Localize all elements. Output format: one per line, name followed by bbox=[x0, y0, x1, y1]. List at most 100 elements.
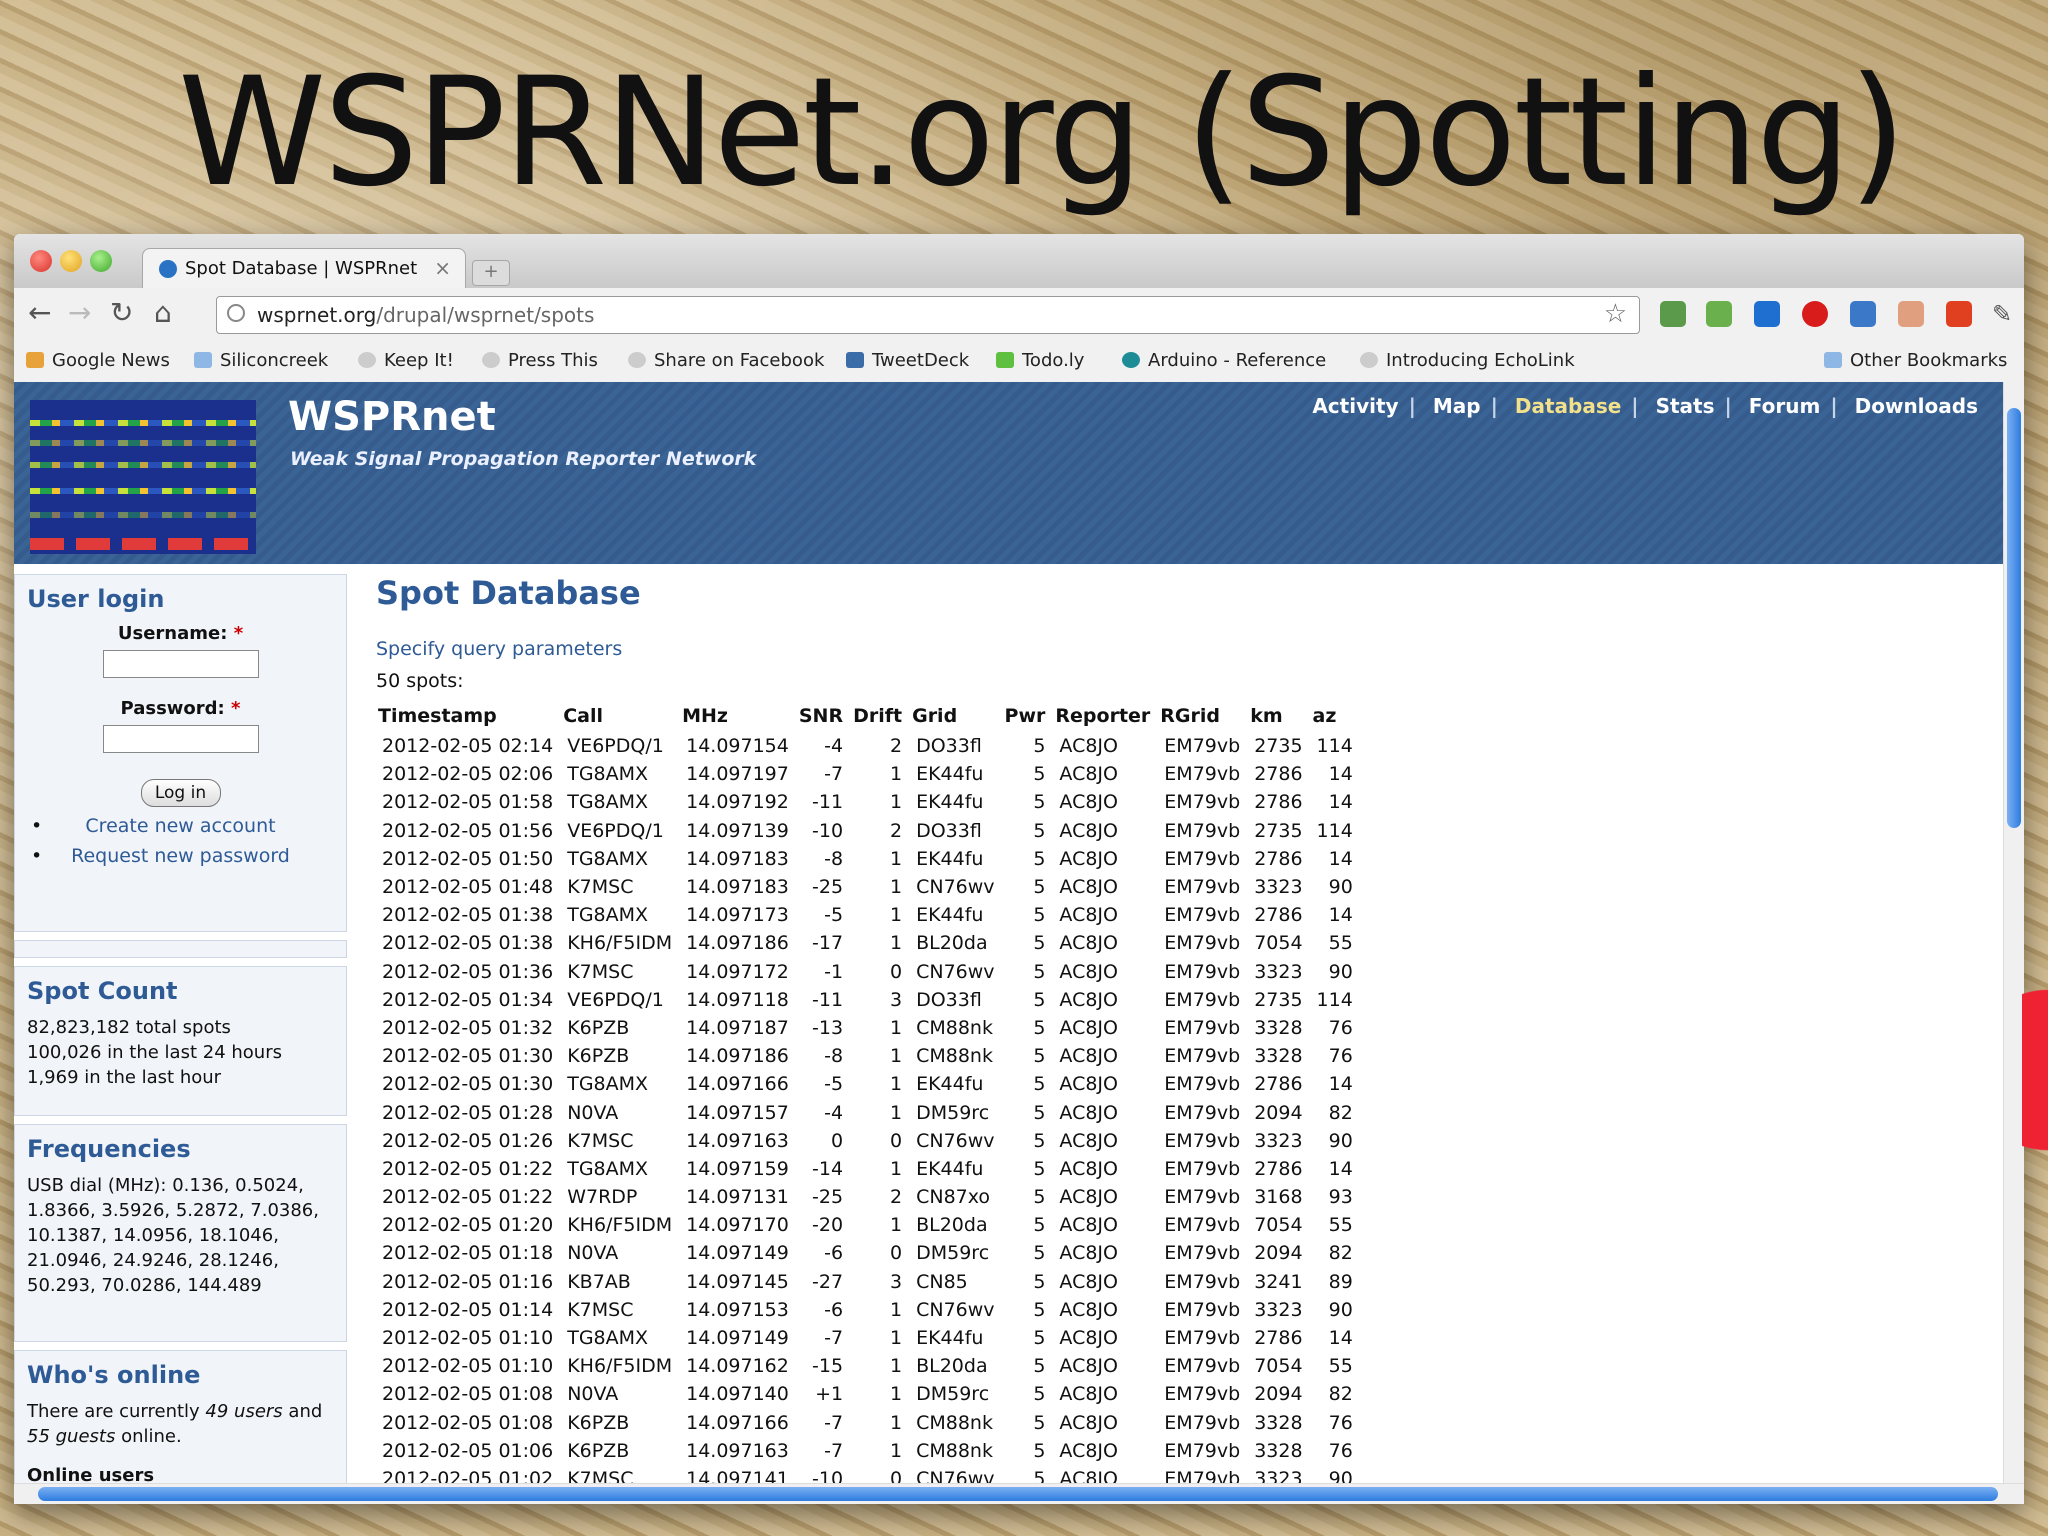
wrench-menu-icon[interactable]: ✎ bbox=[1992, 300, 2012, 328]
home-icon[interactable]: ⌂ bbox=[154, 296, 172, 329]
table-cell: 1 bbox=[890, 791, 903, 814]
table-cell: TG8AMX bbox=[567, 1327, 649, 1350]
frequencies-text: USB dial (MHz): 0.136, 0.5024, 1.8366, 3… bbox=[27, 1175, 319, 1296]
column-header: az bbox=[1312, 705, 1337, 727]
vertical-scroll-thumb[interactable] bbox=[2007, 408, 2021, 828]
table-cell: 14.097183 bbox=[686, 876, 789, 899]
nav-separator: | bbox=[1724, 394, 1732, 418]
minimize-window-button[interactable] bbox=[60, 250, 82, 272]
site-slogan: Weak Signal Propagation Reporter Network bbox=[290, 448, 757, 470]
table-cell: 5 bbox=[1033, 1355, 1046, 1378]
bookmark-introducing-echolink[interactable]: Introducing EchoLink bbox=[1360, 350, 1575, 371]
vertical-scrollbar[interactable] bbox=[2003, 382, 2024, 1486]
nav-stats[interactable]: Stats bbox=[1646, 394, 1725, 418]
table-cell: 1 bbox=[890, 1157, 903, 1180]
rocket-extension-icon[interactable] bbox=[1946, 301, 1972, 327]
address-bar[interactable]: wsprnet.org/drupal/wsprnet/spots ☆ bbox=[216, 296, 1640, 334]
other-bookmarks-folder[interactable]: Other Bookmarks bbox=[1824, 350, 2007, 371]
table-cell: 2012-02-05 01:08 bbox=[382, 1411, 554, 1434]
column-header: Call bbox=[563, 705, 604, 727]
nav-forum[interactable]: Forum bbox=[1739, 394, 1831, 418]
table-cell: 2735 bbox=[1254, 819, 1303, 842]
bookmark-press-this[interactable]: Press This bbox=[482, 350, 598, 371]
table-cell: 2 bbox=[890, 819, 903, 842]
table-cell: EM79vb bbox=[1164, 1157, 1241, 1180]
back-arrow-icon[interactable]: ← bbox=[28, 296, 51, 329]
table-cell: -25 bbox=[812, 876, 844, 899]
nav-database[interactable]: Database bbox=[1505, 394, 1631, 418]
table-cell: EM79vb bbox=[1164, 1383, 1241, 1406]
zoom-window-button[interactable] bbox=[90, 250, 112, 272]
table-cell: 2012-02-05 01:20 bbox=[382, 1214, 554, 1237]
table-cell: 90 bbox=[1328, 1298, 1353, 1321]
adblock-extension-icon[interactable] bbox=[1802, 301, 1828, 327]
bookmark-keep-it[interactable]: Keep It! bbox=[358, 350, 454, 371]
table-cell: -7 bbox=[824, 763, 844, 786]
new-tab-button[interactable]: + bbox=[472, 260, 510, 286]
table-cell: AC8JO bbox=[1059, 904, 1118, 927]
spectrogram-logo[interactable] bbox=[30, 400, 256, 554]
column-header: RGrid bbox=[1160, 705, 1221, 727]
table-row: 2012-02-05 01:48 K7MSC 14.097183 -25 1 CN76wv… bbox=[376, 873, 1361, 901]
table-cell: TG8AMX bbox=[567, 1157, 649, 1180]
table-row: 2012-02-05 01:28 N0VA 14.097157 -4 1 DM59rc 5 A… bbox=[376, 1098, 1361, 1126]
table-cell: CM88nk bbox=[916, 1045, 993, 1068]
bookmark-siliconcreek[interactable]: Siliconcreek bbox=[194, 350, 328, 371]
table-cell: AC8JO bbox=[1059, 1298, 1118, 1321]
close-window-button[interactable] bbox=[30, 250, 52, 272]
table-row: 2012-02-05 01:08 K6PZB 14.097166 -7 1 CM88nk 5… bbox=[376, 1409, 1361, 1437]
table-cell: 14.097131 bbox=[686, 1186, 789, 1209]
nav-map[interactable]: Map bbox=[1423, 394, 1491, 418]
request-password-link[interactable]: Request new password bbox=[27, 841, 334, 871]
table-cell: AC8JO bbox=[1059, 1355, 1118, 1378]
reload-icon[interactable]: ↻ bbox=[110, 296, 133, 329]
translate-extension-icon[interactable] bbox=[1850, 301, 1876, 327]
site-name[interactable]: WSPRnet bbox=[288, 394, 496, 440]
bookmark-todo-ly[interactable]: Todo.ly bbox=[996, 350, 1084, 371]
table-row: 2012-02-05 01:10 TG8AMX 14.097149 -7 1 EK44fu… bbox=[376, 1324, 1361, 1352]
table-cell: 5 bbox=[1033, 1157, 1046, 1180]
bookmark-tweetdeck[interactable]: TweetDeck bbox=[846, 350, 969, 371]
calendar-extension-icon[interactable] bbox=[1754, 301, 1780, 327]
tab-spot-database[interactable]: Spot Database | WSPRnet × bbox=[142, 248, 466, 289]
table-cell: EM79vb bbox=[1164, 932, 1241, 955]
user-extension-icon[interactable] bbox=[1898, 301, 1924, 327]
table-cell: VE6PDQ/1 bbox=[567, 988, 664, 1011]
spots-table: Timestamp Call MHz SNR Drift Grid Pwr Reporter R… bbox=[376, 702, 1361, 1486]
table-cell: BL20da bbox=[916, 932, 988, 955]
bookmark-star-icon[interactable]: ☆ bbox=[1604, 299, 1627, 329]
specify-query-link[interactable]: Specify query parameters bbox=[376, 638, 1361, 660]
login-button[interactable]: Log in bbox=[140, 779, 221, 807]
table-cell: 2012-02-05 01:06 bbox=[382, 1439, 554, 1462]
browser-window: Spot Database | WSPRnet × + ← → ↻ ⌂ wspr… bbox=[14, 234, 2024, 1504]
table-cell: 2012-02-05 02:14 bbox=[382, 735, 554, 758]
bookmark-google-news[interactable]: Google News bbox=[26, 350, 170, 371]
tab-close-icon[interactable]: × bbox=[434, 256, 451, 280]
clip-extension-icon[interactable] bbox=[1706, 301, 1732, 327]
evernote-extension-icon[interactable] bbox=[1660, 301, 1686, 327]
table-row: 2012-02-05 01:10 KH6/F5IDM 14.097162 -15 1 BL… bbox=[376, 1352, 1361, 1380]
spot-count-block: Spot Count 82,823,182 total spots 100,02… bbox=[14, 966, 347, 1116]
password-field[interactable] bbox=[102, 725, 259, 753]
bookmark-share-on-facebook[interactable]: Share on Facebook bbox=[628, 350, 824, 371]
table-cell: EK44fu bbox=[916, 763, 984, 786]
nav-separator: | bbox=[1490, 394, 1498, 418]
table-cell: -6 bbox=[824, 1298, 844, 1321]
table-cell: 1 bbox=[890, 1214, 903, 1237]
url-text[interactable]: wsprnet.org/drupal/wsprnet/spots bbox=[257, 303, 594, 327]
forward-arrow-icon[interactable]: → bbox=[68, 296, 91, 329]
horizontal-scrollbar[interactable] bbox=[14, 1483, 2024, 1504]
bookmark-arduino-reference[interactable]: Arduino - Reference bbox=[1122, 350, 1326, 371]
table-cell: 1 bbox=[890, 1045, 903, 1068]
page-info-icon[interactable] bbox=[227, 304, 245, 322]
horizontal-scroll-thumb[interactable] bbox=[38, 1487, 1998, 1501]
table-cell: 114 bbox=[1316, 735, 1353, 758]
nav-activity[interactable]: Activity bbox=[1302, 394, 1408, 418]
username-field[interactable] bbox=[102, 650, 259, 678]
create-account-link[interactable]: Create new account bbox=[27, 811, 334, 841]
table-cell: -5 bbox=[824, 1073, 844, 1096]
table-cell: 14.097163 bbox=[686, 1439, 789, 1462]
nav-downloads[interactable]: Downloads bbox=[1845, 394, 1988, 418]
table-cell: 3 bbox=[890, 988, 903, 1011]
table-cell: 82 bbox=[1328, 1101, 1353, 1124]
